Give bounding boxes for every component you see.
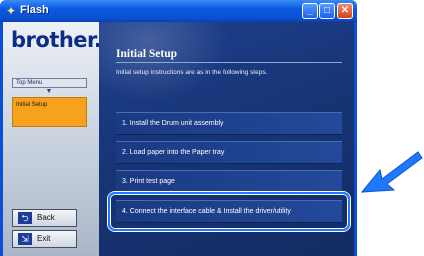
title-bar[interactable]: ✦ Flash _ □ ✕ [0,0,357,22]
flash-icon: ✦ [5,4,17,18]
title-divider [116,62,342,63]
step-3-button[interactable]: 3. Print test page [116,170,342,193]
main-panel: Initial Setup Initial setup instructions… [99,22,354,256]
back-button[interactable]: ⮌ Back [12,209,77,227]
exit-button-label: Exit [37,234,51,243]
nav-current-item: Initial Setup [12,97,87,127]
exit-button[interactable]: ⇲ Exit [12,230,77,248]
close-button[interactable]: ✕ [337,3,353,19]
back-arrow-icon: ⮌ [18,212,32,224]
maximize-button[interactable]: □ [319,3,335,19]
nav-top-menu[interactable]: Top Menu [12,78,87,88]
minimize-button[interactable]: _ [302,3,318,19]
page-title: Initial Setup [116,48,178,60]
window-client: brother. Top Menu ▼ Initial Setup ⮌ Back… [3,22,354,256]
nav-down-arrow-icon: ▼ [45,88,53,95]
app-window: ✦ Flash _ □ ✕ brother. Top Menu ▼ Initia… [0,0,357,256]
step-2-button[interactable]: 2. Load paper into the Paper tray [116,141,342,164]
window-title: Flash [20,4,49,16]
step-4-button[interactable]: 4. Connect the interface cable & Install… [116,200,342,223]
step-1-button[interactable]: 1. Install the Drum unit assembly [116,112,342,135]
pointer-arrow-icon [360,151,423,193]
back-button-label: Back [37,213,55,222]
brother-logo: brother. [11,28,102,52]
intro-text: Initial setup instructions are as in the… [116,69,268,76]
exit-icon: ⇲ [18,233,32,245]
sidebar: brother. Top Menu ▼ Initial Setup ⮌ Back… [3,22,102,256]
